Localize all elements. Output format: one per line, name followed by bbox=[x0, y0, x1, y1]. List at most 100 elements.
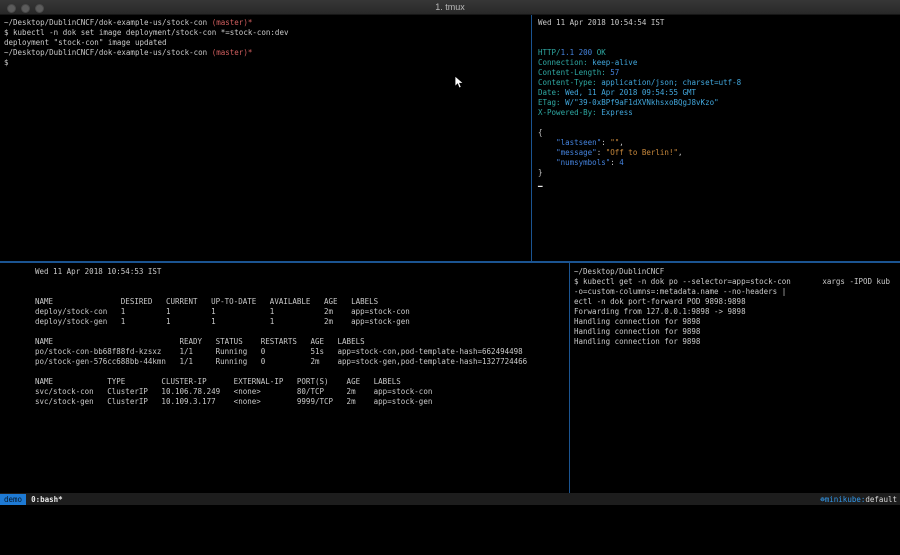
terminal-line: NAME DESIRED CURRENT UP-TO-DATE AVAILABL… bbox=[35, 297, 604, 307]
terminal-line: X-Powered-By: Express bbox=[538, 108, 900, 118]
text-segment: "" bbox=[610, 138, 619, 147]
terminal-line: { bbox=[538, 128, 900, 138]
text-segment: Connection: bbox=[538, 58, 588, 67]
text-segment bbox=[538, 148, 556, 157]
terminal-line: Handling connection for 9898 bbox=[574, 327, 900, 337]
text-segment: Handling connection for 9898 bbox=[574, 317, 700, 326]
terminal-line bbox=[538, 38, 900, 48]
text-segment: Handling connection for 9898 bbox=[574, 327, 700, 336]
text-segment: Wed 11 Apr 2018 10:54:54 IST bbox=[538, 18, 664, 27]
pane-top-left-shell[interactable]: ~/Desktop/DublinCNCF/dok-example-us/stoc… bbox=[0, 15, 535, 264]
text-segment: Handling connection for 9898 bbox=[574, 337, 700, 346]
terminal-line bbox=[35, 327, 604, 337]
text-segment: 1.1 bbox=[561, 48, 575, 57]
text-segment: $ kubectl get -n dok po --selector=app=s… bbox=[574, 277, 890, 286]
terminal-line: Handling connection for 9898 bbox=[574, 317, 900, 327]
traffic-lights bbox=[7, 4, 44, 13]
text-segment: HTTP/ bbox=[538, 48, 561, 57]
terminal-line: $ kubectl -n dok set image deployment/st… bbox=[4, 28, 535, 38]
text-segment: deployment "stock-con" image updated bbox=[4, 38, 167, 47]
text-segment: 4 bbox=[619, 158, 624, 167]
text-segment: ▁ bbox=[538, 178, 543, 187]
tmux-session: ~/Desktop/DublinCNCF/dok-example-us/stoc… bbox=[0, 15, 900, 493]
terminal-line: svc/stock-con ClusterIP 10.106.78.249 <n… bbox=[35, 387, 604, 397]
text-segment: : bbox=[601, 138, 610, 147]
terminal-line: ectl -n dok port-forward POD 9898:9898 bbox=[574, 297, 900, 307]
text-segment: Wed 11 Apr 2018 10:54:53 IST bbox=[35, 267, 161, 276]
text-segment: } bbox=[538, 168, 543, 177]
text-segment: ETag: bbox=[538, 98, 561, 107]
text-segment: , bbox=[678, 148, 683, 157]
text-segment: Wed, 11 Apr 2018 09:54:55 GMT bbox=[561, 88, 696, 97]
text-segment: ~/Desktop/DublinCNCF/dok-example-us/stoc… bbox=[4, 48, 212, 57]
text-segment: svc/stock-gen ClusterIP 10.109.3.177 <no… bbox=[35, 397, 432, 406]
text-segment: $ kubectl -n dok set image deployment/st… bbox=[4, 28, 288, 37]
text-segment: po/stock-con-bb68f88fd-kzsxz 1/1 Running… bbox=[35, 347, 523, 356]
terminal-line: Content-Type: application/json; charset=… bbox=[538, 78, 900, 88]
zoom-button[interactable] bbox=[35, 4, 44, 13]
terminal-line bbox=[538, 118, 900, 128]
pane-bottom-right-port-forward[interactable]: ~/Desktop/DublinCNCF$ kubectl get -n dok… bbox=[570, 263, 900, 497]
text-segment: ~/Desktop/DublinCNCF bbox=[574, 267, 664, 276]
terminal-line: NAME TYPE CLUSTER-IP EXTERNAL-IP PORT(S)… bbox=[35, 377, 604, 387]
text-segment bbox=[538, 158, 556, 167]
terminal-line: Date: Wed, 11 Apr 2018 09:54:55 GMT bbox=[538, 88, 900, 98]
terminal-line: $ bbox=[4, 58, 535, 68]
window-title: 1. tmux bbox=[0, 0, 900, 14]
close-button[interactable] bbox=[7, 4, 16, 13]
terminal-line: "lastseen": "", bbox=[538, 138, 900, 148]
text-segment: : bbox=[597, 148, 606, 157]
text-segment: Express bbox=[597, 108, 633, 117]
terminal-line bbox=[538, 28, 900, 38]
terminal-line: Connection: keep-alive bbox=[538, 58, 900, 68]
minimize-button[interactable] bbox=[21, 4, 30, 13]
terminal-line: ~/Desktop/DublinCNCF/dok-example-us/stoc… bbox=[4, 48, 535, 58]
terminal-line: ▁ bbox=[538, 178, 900, 188]
terminal-line: po/stock-gen-576cc688bb-44kmn 1/1 Runnin… bbox=[35, 357, 604, 367]
text-segment: po/stock-gen-576cc688bb-44kmn 1/1 Runnin… bbox=[35, 357, 527, 366]
text-segment: , bbox=[619, 138, 624, 147]
text-segment: ~/Desktop/DublinCNCF/dok-example-us/stoc… bbox=[4, 18, 212, 27]
text-segment: W/"39-0xBPf9aF1dXVNkhsxoBQgJ8vKzo" bbox=[561, 98, 719, 107]
namespace-name: default bbox=[865, 495, 897, 504]
terminal-line: HTTP/1.1 200 OK bbox=[538, 48, 900, 58]
text-segment: OK bbox=[597, 48, 606, 57]
terminal-line: deploy/stock-con 1 1 1 1 2m app=stock-co… bbox=[35, 307, 604, 317]
mouse-cursor bbox=[454, 75, 465, 90]
terminal-window: 1. tmux ~/Desktop/DublinCNCF/dok-example… bbox=[0, 0, 900, 555]
text-segment: deploy/stock-gen 1 1 1 1 2m app=stock-ge… bbox=[35, 317, 410, 326]
text-segment: ectl -n dok port-forward POD 9898:9898 bbox=[574, 297, 746, 306]
status-right: ☸ minikube : default bbox=[820, 495, 897, 504]
terminal-line: ~/Desktop/DublinCNCF/dok-example-us/stoc… bbox=[4, 18, 535, 28]
text-segment: NAME DESIRED CURRENT UP-TO-DATE AVAILABL… bbox=[35, 297, 378, 306]
cluster-name: minikube bbox=[825, 495, 861, 504]
pane-bottom-left-kubectl-watch[interactable]: Wed 11 Apr 2018 10:54:53 IST NAME DESIRE… bbox=[0, 263, 604, 497]
text-segment: { bbox=[538, 128, 543, 137]
status-left: demo 0:bash* bbox=[0, 494, 63, 505]
text-segment: application/json; charset=utf-8 bbox=[597, 78, 742, 87]
terminal-line: NAME READY STATUS RESTARTS AGE LABELS bbox=[35, 337, 604, 347]
text-segment: : bbox=[610, 158, 619, 167]
terminal-line bbox=[35, 277, 604, 287]
window-tab-bash[interactable]: 0:bash* bbox=[31, 495, 63, 504]
terminal-line: po/stock-con-bb68f88fd-kzsxz 1/1 Running… bbox=[35, 347, 604, 357]
text-segment: $ bbox=[4, 58, 9, 67]
pane-top-right-http-watch[interactable]: Wed 11 Apr 2018 10:54:54 IST HTTP/1.1 20… bbox=[532, 15, 900, 264]
text-segment bbox=[538, 138, 556, 147]
terminal-line: deploy/stock-gen 1 1 1 1 2m app=stock-ge… bbox=[35, 317, 604, 327]
text-segment: deploy/stock-con 1 1 1 1 2m app=stock-co… bbox=[35, 307, 410, 316]
tmux-status-bar: demo 0:bash* ☸ minikube : default bbox=[0, 493, 900, 505]
terminal-line: -o=custom-columns=:metadata.name --no-he… bbox=[574, 287, 900, 297]
terminal-line: Wed 11 Apr 2018 10:54:54 IST bbox=[538, 18, 900, 28]
text-segment: keep-alive bbox=[588, 58, 638, 67]
text-segment: X-Powered-By: bbox=[538, 108, 597, 117]
text-segment: "message" bbox=[556, 148, 597, 157]
terminal-line: Handling connection for 9898 bbox=[574, 337, 900, 347]
text-segment: 200 bbox=[579, 48, 593, 57]
text-segment: "Off to Berlin!" bbox=[606, 148, 678, 157]
text-segment: (master)* bbox=[212, 18, 253, 27]
text-segment: 57 bbox=[606, 68, 620, 77]
text-segment: (master)* bbox=[212, 48, 253, 57]
terminal-line: "message": "Off to Berlin!", bbox=[538, 148, 900, 158]
session-name-badge[interactable]: demo bbox=[0, 494, 26, 505]
